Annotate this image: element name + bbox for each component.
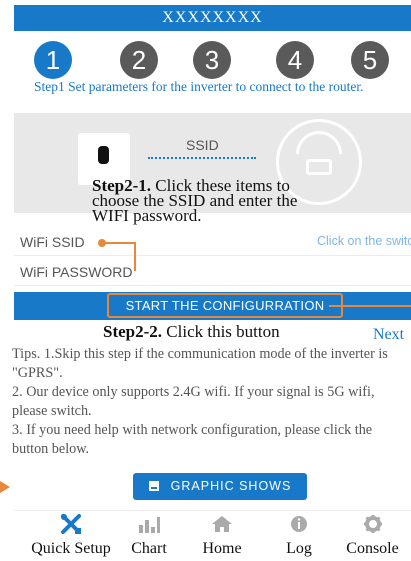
tab-console-label: Console [346,540,399,557]
document-icon [148,481,159,491]
step2-2-callout: Step2-2. Click this button [103,322,280,342]
annotation-line [329,305,411,307]
wifi-password-field[interactable]: WiFi PASSWORD [14,256,411,286]
router-base-icon [306,159,332,175]
step-indicator: 1 2 3 4 5 Step1 Set parameters for the i… [14,31,411,113]
wifi-ssid-field[interactable]: WiFi SSID Click on the switch [14,226,411,256]
step2-2-callout-text: Click this button [162,322,280,341]
ssid-illustration-label: SSID [186,137,219,153]
tab-chart[interactable]: Chart [114,511,184,561]
wifi-password-label: WiFi PASSWORD [20,264,133,280]
tab-console[interactable]: Console [334,511,411,561]
graphic-shows-label: GRAPHIC SHOWS [170,479,292,493]
tools-icon [14,511,128,537]
tip-2: 2. Our device only supports 2.4G wifi. I… [12,384,375,419]
gear-icon [334,511,411,537]
home-icon [187,511,257,537]
tip-3: 3. If you need help with network configu… [12,422,373,457]
step-2[interactable]: 2 [120,41,158,79]
step2-2-callout-bold: Step2-2. [103,322,163,341]
tab-chart-label: Chart [131,540,167,557]
tip-1: Tips. 1.Skip this step if the communicat… [12,346,388,381]
info-icon [269,511,329,537]
step-3[interactable]: 3 [193,41,231,79]
app-title-bar: XXXXXXXX [14,5,411,31]
wifi-ssid-hint: Click on the switch [317,234,411,248]
step-5[interactable]: 5 [351,41,389,79]
tab-log-label: Log [286,540,312,557]
wifi-ssid-label: WiFi SSID [20,234,85,250]
step-1[interactable]: 1 [34,41,72,79]
step-4[interactable]: 4 [276,41,314,79]
annotation-line [134,242,136,271]
tab-home[interactable]: Home [187,511,257,561]
bottom-tab-bar: Quick Setup Chart Home Log Console [14,510,411,561]
graphic-shows-button[interactable]: GRAPHIC SHOWS [133,473,307,500]
start-configuration-button[interactable]: START THE CONFIGURRATION [107,293,343,318]
step-description: Step1 Set parameters for the inverter to… [34,79,364,94]
annotation-line [102,242,134,244]
tips-text: Tips. 1.Skip this step if the communicat… [12,345,411,459]
tab-quick-setup[interactable]: Quick Setup [14,511,128,561]
bar-chart-icon [114,511,184,537]
app-title: XXXXXXXX [162,9,263,26]
annotation-arrow-icon [0,481,10,493]
step2-1-callout: Step2-1. Click these items to choose the… [92,177,324,224]
tab-home-label: Home [202,540,242,557]
tab-quick-setup-label: Quick Setup [31,540,111,557]
tab-log[interactable]: Log [269,511,329,561]
next-link[interactable]: Next [373,326,404,344]
connection-dots [148,157,256,159]
